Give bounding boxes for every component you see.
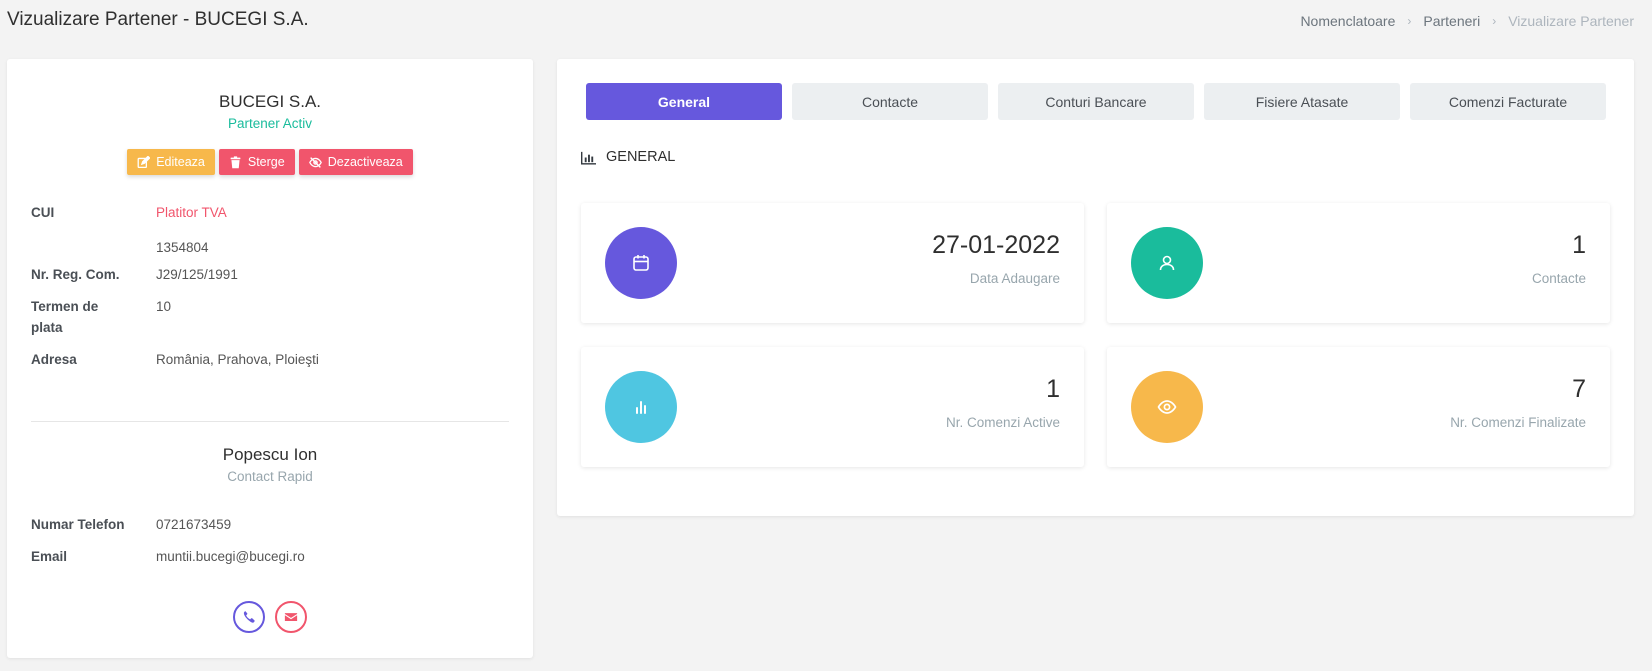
page-title: Vizualizare Partener - BUCEGI S.A. <box>7 9 309 30</box>
tab-bar: General Contacte Conturi Bancare Fisiere… <box>586 83 1606 120</box>
eye-off-icon <box>308 156 322 168</box>
payment-term-row: Termen de plata 10 <box>31 296 171 338</box>
stat-value: 1 <box>1572 231 1586 259</box>
user-icon <box>1159 255 1175 271</box>
breadcrumb-separator-icon: › <box>1407 14 1412 28</box>
partner-details-card: General Contacte Conturi Bancare Fisiere… <box>557 59 1634 516</box>
envelope-icon <box>284 613 298 621</box>
stat-card-date-added: 27-01-2022 Data Adaugare <box>581 203 1084 323</box>
cui-row: CUI Platitor TVA 1354804 <box>31 202 227 258</box>
phone-label: Numar Telefon <box>31 517 125 532</box>
partner-profile-card: BUCEGI S.A. Partener Activ Editeaza Ster… <box>7 59 533 658</box>
stat-icon-circle <box>1131 227 1203 299</box>
address-row: Adresa România, Prahova, Ploieşti <box>31 349 319 370</box>
breadcrumb-separator-icon: › <box>1492 14 1497 28</box>
contact-name: Popescu Ion <box>222 445 318 464</box>
breadcrumb-item-current: Vizualizare Partener <box>1508 13 1634 29</box>
delete-button[interactable]: Sterge <box>218 149 295 175</box>
reg-com-value: J29/125/1991 <box>156 267 238 282</box>
divider <box>31 421 509 422</box>
partner-actions: Editeaza Sterge Dezactiveaza <box>7 149 533 175</box>
stat-icon-circle <box>605 371 677 443</box>
section-header: GENERAL <box>581 149 675 165</box>
breadcrumb-item-parteneri[interactable]: Parteneri <box>1423 13 1480 29</box>
stat-value: 7 <box>1572 375 1586 403</box>
bar-chart-icon <box>636 401 646 414</box>
edit-button-label: Editeaza <box>156 155 205 169</box>
reg-com-label: Nr. Reg. Com. <box>31 267 120 282</box>
address-value: România, Prahova, Ploieşti <box>156 352 319 367</box>
partner-status: Partener Activ <box>227 116 313 131</box>
stat-card-finalized-orders: 7 Nr. Comenzi Finalizate <box>1107 347 1610 467</box>
chart-icon <box>581 151 596 165</box>
tab-comenzi-facturate[interactable]: Comenzi Facturate <box>1410 83 1606 120</box>
cui-label: CUI <box>31 205 55 220</box>
breadcrumb-item-nomenclatoare[interactable]: Nomenclatoare <box>1300 13 1395 29</box>
stat-icon-circle <box>1131 371 1203 443</box>
tab-fisiere-atasate[interactable]: Fisiere Atasate <box>1204 83 1400 120</box>
address-label: Adresa <box>31 352 77 367</box>
phone-row: Numar Telefon 0721673459 <box>31 514 231 535</box>
tab-general[interactable]: General <box>586 83 782 120</box>
cui-value: 1354804 <box>156 240 209 255</box>
send-email-button[interactable] <box>275 601 307 633</box>
stat-label: Data Adaugare <box>969 271 1060 286</box>
tva-status: Platitor TVA <box>156 205 227 220</box>
eye-icon <box>1157 400 1177 414</box>
stat-icon-circle <box>605 227 677 299</box>
trash-icon <box>230 155 241 168</box>
email-label: Email <box>31 549 68 564</box>
payment-term-value: 10 <box>156 299 172 314</box>
stat-card-active-orders: 1 Nr. Comenzi Active <box>581 347 1084 467</box>
stat-value: 27-01-2022 <box>932 231 1060 259</box>
payment-term-label-line2: plata <box>31 320 63 335</box>
payment-term-label: Termen de plata <box>31 296 156 338</box>
reg-com-row: Nr. Reg. Com. J29/125/1991 <box>31 264 238 285</box>
stat-card-contacts: 1 Contacte <box>1107 203 1610 323</box>
contact-subtitle: Contact Rapid <box>227 469 313 484</box>
tab-contacte[interactable]: Contacte <box>792 83 988 120</box>
breadcrumb: Nomenclatoare › Parteneri › Vizualizare … <box>1300 13 1634 29</box>
email-value: muntii.bucegi@bucegi.ro <box>156 549 305 564</box>
phone-icon <box>243 611 255 623</box>
section-title: GENERAL <box>606 149 676 165</box>
deactivate-button-label: Dezactiveaza <box>327 155 403 169</box>
calendar-icon <box>633 255 649 271</box>
deactivate-button[interactable]: Dezactiveaza <box>298 149 413 175</box>
stat-value: 1 <box>1046 375 1060 403</box>
partner-name: BUCEGI S.A. <box>218 92 322 111</box>
contact-actions <box>7 601 533 633</box>
payment-term-label-line1: Termen de <box>31 299 99 314</box>
edit-button[interactable]: Editeaza <box>127 149 215 175</box>
phone-value: 0721673459 <box>156 517 232 532</box>
tab-conturi-bancare[interactable]: Conturi Bancare <box>998 83 1194 120</box>
edit-icon <box>137 155 151 168</box>
stat-label: Contacte <box>1531 271 1586 286</box>
email-row: Email muntii.bucegi@bucegi.ro <box>31 546 305 567</box>
delete-button-label: Sterge <box>247 155 285 169</box>
stat-label: Nr. Comenzi Finalizate <box>1450 415 1586 430</box>
call-button[interactable] <box>233 601 265 633</box>
stat-label: Nr. Comenzi Active <box>945 415 1060 430</box>
